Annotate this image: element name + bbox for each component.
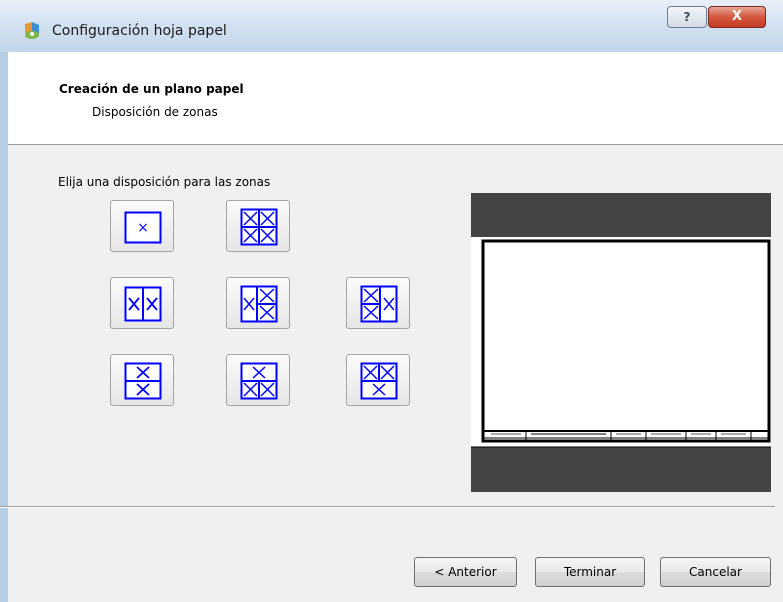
cancel-button[interactable]: Cancelar [660,557,771,587]
back-button[interactable]: < Anterior [414,557,517,587]
layout-left-full-right-split-icon [240,285,278,323]
window-title: Configuración hoja papel [52,23,227,39]
help-button[interactable]: ? [667,6,707,28]
paper-sheet-preview [471,193,771,492]
wizard-header: Creación de un plano papel Disposición d… [8,52,783,145]
layout-grid-2x2-icon [240,208,278,246]
layout-prompt: Elija una disposición para las zonas [58,175,271,189]
layout-two-columns-button[interactable] [110,277,174,329]
layout-preview [471,193,771,492]
footer-separator-highlight [0,507,775,508]
layout-left-split-right-full-button[interactable] [346,277,410,329]
layout-top-full-bottom-split-icon [240,362,278,400]
layout-two-rows-icon [124,362,162,400]
svg-text:×: × [137,220,149,236]
layout-top-split-bottom-full-icon [360,362,398,400]
layout-two-columns-icon [124,286,162,322]
layout-single-icon: × [124,211,162,244]
layout-two-rows-button[interactable] [110,354,174,406]
layout-grid-2x2-button[interactable] [226,200,290,252]
dialog-window: Configuración hoja papel ? X Creación de… [0,0,783,602]
layout-single-button[interactable]: × [110,200,174,252]
layout-top-full-bottom-split-button[interactable] [226,354,290,406]
app-icon [25,22,39,39]
layout-left-full-right-split-button[interactable] [226,277,290,329]
close-button[interactable]: X [708,6,766,28]
title-bar[interactable]: Configuración hoja papel ? X [0,0,783,52]
wizard-title: Creación de un plano papel [59,82,244,96]
finish-button[interactable]: Terminar [535,557,645,587]
layout-top-split-bottom-full-button[interactable] [346,354,410,406]
wizard-subtitle: Disposición de zonas [92,105,218,119]
layout-left-split-right-full-icon [360,285,398,323]
